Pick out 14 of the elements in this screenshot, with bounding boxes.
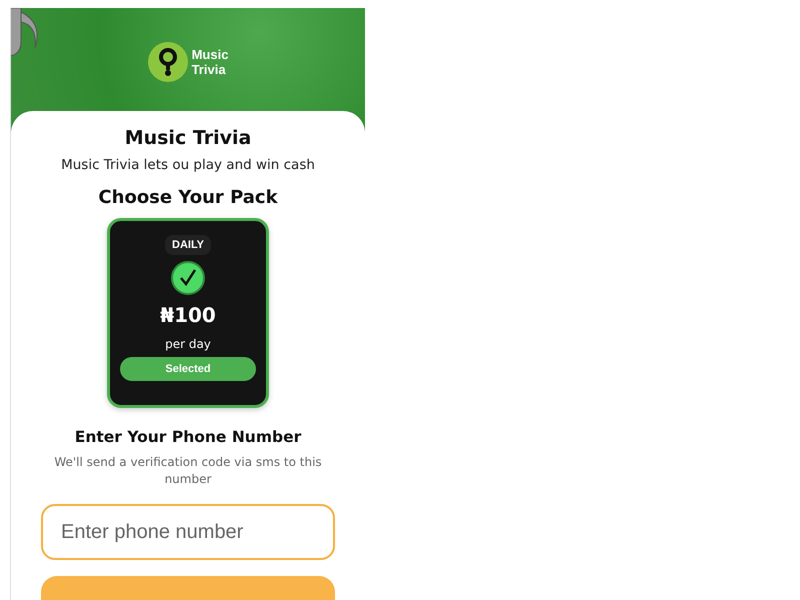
phone-input-field[interactable]: Enter phone number: [41, 504, 335, 560]
logo-icon: [148, 42, 188, 82]
section-heading: Enter Your Phone Number: [74, 428, 302, 446]
logo-text: Music: [192, 47, 228, 62]
page-title: Music Trivia: [124, 127, 252, 149]
logo-text: Trivia: [192, 62, 227, 77]
price-unit: per day: [165, 337, 211, 351]
check-icon: [171, 261, 205, 295]
helper-text: We'll send a verification code via sms to this number: [53, 454, 323, 488]
price: ₦100: [160, 303, 216, 327]
period-badge: DAILY: [165, 235, 211, 255]
section-heading: Choose Your Pack: [98, 187, 278, 208]
subtitle: Music Trivia lets ou play and win cash: [61, 157, 315, 173]
pack-card[interactable]: DAILY ₦100 per day Selected: [107, 218, 269, 408]
